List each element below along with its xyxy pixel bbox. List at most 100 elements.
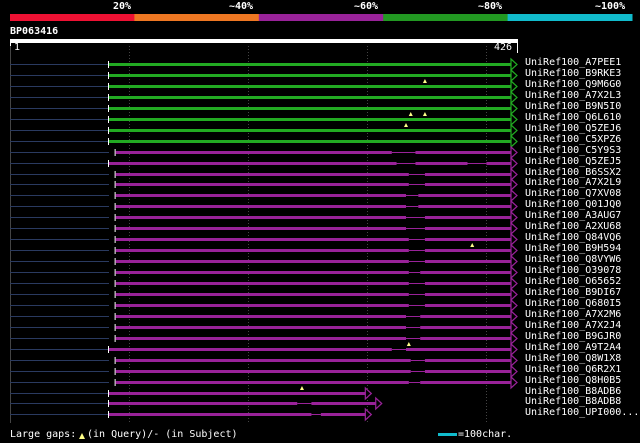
hit-bar[interactable]: [115, 216, 511, 219]
hit-label[interactable]: UniRef100_UPI000...: [525, 408, 639, 418]
hit-bar[interactable]: [115, 315, 511, 318]
hit-row[interactable]: [10, 243, 518, 258]
hit-row[interactable]: [10, 210, 518, 225]
hit-bar[interactable]: [109, 74, 511, 77]
hit-bar[interactable]: [115, 183, 511, 186]
hit-bar[interactable]: [109, 162, 511, 165]
hit-bar[interactable]: [109, 63, 511, 66]
hit-label[interactable]: UniRef100_A2XU68: [525, 222, 621, 232]
hit-label[interactable]: UniRef100_Q6L610: [525, 113, 621, 123]
hit-row[interactable]: [10, 375, 518, 390]
hit-row[interactable]: [10, 287, 518, 302]
hit-bar[interactable]: [115, 227, 511, 230]
hit-row[interactable]: [10, 232, 518, 247]
hit-row[interactable]: [10, 199, 518, 214]
hit-row[interactable]: [10, 309, 518, 324]
hit-row[interactable]: [10, 254, 518, 269]
hit-bar[interactable]: [109, 85, 511, 88]
hit-bar[interactable]: [115, 304, 511, 307]
hit-label[interactable]: UniRef100_C5Y9S3: [525, 146, 621, 156]
hit-row[interactable]: [10, 145, 518, 160]
hit-bar[interactable]: [115, 173, 511, 176]
hit-label[interactable]: UniRef100_A7X2M6: [525, 310, 621, 320]
hit-label[interactable]: UniRef100_Q5ZEJ6: [525, 124, 621, 134]
hit-bar[interactable]: [115, 249, 511, 252]
hit-label[interactable]: UniRef100_Q8W1X8: [525, 354, 621, 364]
hit-bar[interactable]: [109, 129, 511, 132]
hit-label[interactable]: UniRef100_C5XPZ6: [525, 135, 621, 145]
hit-label[interactable]: UniRef100_Q680I5: [525, 299, 621, 309]
hit-label[interactable]: UniRef100_Q5ZEJ5: [525, 157, 621, 167]
hit-bar[interactable]: [115, 337, 511, 340]
hit-label[interactable]: UniRef100_A3AUG7: [525, 211, 621, 221]
hit-label[interactable]: UniRef100_Q9M6G0: [525, 80, 621, 90]
hit-bar[interactable]: [115, 151, 511, 154]
hit-row[interactable]: [10, 364, 518, 379]
hit-row[interactable]: [10, 276, 518, 291]
hit-row[interactable]: [10, 386, 373, 401]
hit-row[interactable]: [10, 265, 518, 280]
hit-label[interactable]: UniRef100_Q7XV08: [525, 189, 621, 199]
hit-bar[interactable]: [115, 359, 511, 362]
hit-label[interactable]: UniRef100_A7PEE1: [525, 58, 621, 68]
hit-row[interactable]: [10, 68, 518, 83]
hit-label[interactable]: UniRef100_Q84VQ6: [525, 233, 621, 243]
hit-bar[interactable]: [115, 271, 511, 274]
hit-label[interactable]: UniRef100_Q8H0B5: [525, 376, 621, 386]
hit-label[interactable]: UniRef100_B9GJR0: [525, 332, 621, 342]
hit-row[interactable]: [10, 57, 518, 72]
hit-row[interactable]: [10, 79, 518, 94]
hit-bar[interactable]: [115, 293, 511, 296]
hit-label[interactable]: UniRef100_B9N5I0: [525, 102, 621, 112]
hit-bar[interactable]: [109, 392, 366, 395]
hit-label[interactable]: UniRef100_B9DI67: [525, 288, 621, 298]
hit-bar[interactable]: [115, 370, 511, 373]
hit-row[interactable]: [10, 123, 518, 138]
hit-row[interactable]: [10, 177, 518, 192]
hit-alignments[interactable]: [10, 57, 518, 422]
hit-label[interactable]: UniRef100_B9H594: [525, 244, 621, 254]
hit-label[interactable]: UniRef100_O65652: [525, 277, 621, 287]
hit-label[interactable]: UniRef100_O39078: [525, 266, 621, 276]
hit-bar[interactable]: [115, 238, 511, 241]
hit-row[interactable]: [10, 101, 518, 116]
hit-bar[interactable]: [115, 381, 511, 384]
hit-row[interactable]: [10, 221, 518, 236]
hit-row[interactable]: [10, 90, 518, 105]
hit-row[interactable]: [10, 134, 518, 149]
hit-label[interactable]: UniRef100_A7X2J4: [525, 321, 621, 331]
hit-row[interactable]: [10, 407, 373, 422]
hit-bar[interactable]: [115, 194, 511, 197]
hit-bar[interactable]: [109, 96, 511, 99]
hit-bar[interactable]: [109, 107, 511, 110]
hit-row[interactable]: [10, 396, 383, 411]
hit-row[interactable]: [10, 342, 518, 357]
hit-row[interactable]: [10, 353, 518, 368]
hit-bar[interactable]: [115, 282, 511, 285]
hit-bar[interactable]: [109, 118, 511, 121]
hit-row[interactable]: [10, 331, 518, 346]
hit-label[interactable]: UniRef100_Q6R2X1: [525, 365, 621, 375]
hit-end-arrow: [510, 210, 518, 225]
hit-row[interactable]: [10, 188, 518, 203]
hit-bar[interactable]: [115, 260, 511, 263]
hit-label[interactable]: UniRef100_A9T2A4: [525, 343, 621, 353]
hit-label[interactable]: UniRef100_A7X2L3: [525, 91, 621, 101]
hit-label[interactable]: UniRef100_A7X2L9: [525, 178, 621, 188]
hit-row[interactable]: [10, 320, 518, 335]
hit-start-cap: [108, 138, 109, 145]
hit-row[interactable]: [10, 156, 518, 171]
hit-bar[interactable]: [109, 348, 511, 351]
hit-label[interactable]: UniRef100_Q8VYW6: [525, 255, 621, 265]
hit-bar[interactable]: [115, 326, 511, 329]
hit-label[interactable]: UniRef100_Q01JQ0: [525, 200, 621, 210]
hit-bar[interactable]: [109, 402, 376, 405]
hit-label[interactable]: UniRef100_B9RKE3: [525, 69, 621, 79]
hit-bar[interactable]: [109, 413, 366, 416]
hit-bar[interactable]: [109, 140, 511, 143]
hit-row[interactable]: [10, 167, 518, 182]
hit-bar[interactable]: [115, 205, 511, 208]
hit-row[interactable]: [10, 112, 518, 127]
hit-label[interactable]: UniRef100_B8ADB8: [525, 397, 621, 407]
hit-row[interactable]: [10, 298, 518, 313]
